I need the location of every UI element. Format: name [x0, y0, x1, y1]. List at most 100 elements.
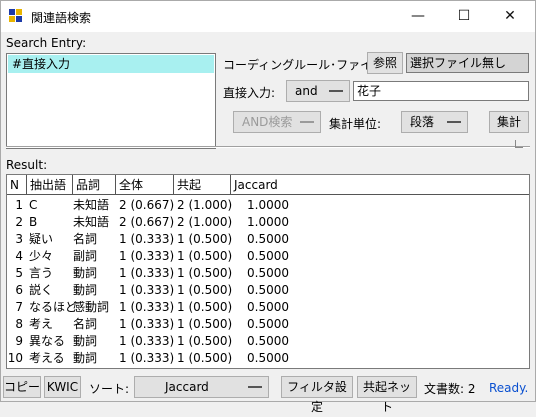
row-number: 9 [15, 334, 23, 348]
row-jaccard: 0.5000 [247, 283, 289, 297]
row-cooccurrence: 1 (0.500) [177, 232, 233, 246]
row-number: 7 [15, 300, 23, 314]
row-jaccard: 0.5000 [247, 266, 289, 280]
app-icon [9, 9, 23, 23]
row-cooccurrence: 2 (1.000) [177, 198, 233, 212]
search-entry-label: Search Entry: [6, 36, 87, 50]
close-button[interactable]: ✕ [487, 1, 533, 32]
column-header-word[interactable]: 抽出語 [27, 175, 73, 195]
table-header: N 抽出語 品詞 全体 共起 Jaccard [7, 175, 529, 195]
row-jaccard: 0.5000 [247, 317, 289, 331]
table-row[interactable]: 9 異なる 動詞 1 (0.333) 1 (0.500) 0.5000 [7, 333, 529, 350]
copy-button[interactable]: コピー [3, 376, 41, 398]
unit-value: 段落 [410, 115, 435, 129]
related-words-window: 関連語検索 — ☐ ✕ Search Entry: #直接入力 コーディングルー… [0, 0, 536, 414]
row-word: 考え [29, 317, 54, 331]
row-total: 2 (0.667) [119, 215, 175, 229]
search-entry-list[interactable]: #直接入力 [6, 53, 216, 149]
dropdown-icon [329, 90, 343, 92]
row-jaccard: 0.5000 [247, 300, 289, 314]
row-word: 説く [29, 283, 54, 297]
row-jaccard: 1.0000 [247, 215, 289, 229]
column-header-total[interactable]: 全体 [116, 175, 174, 195]
maximize-button[interactable]: ☐ [441, 1, 487, 32]
row-total: 1 (0.333) [119, 232, 175, 246]
pane-separator [6, 146, 530, 148]
row-pos: 動詞 [73, 334, 98, 348]
row-cooccurrence: 1 (0.500) [177, 351, 233, 365]
row-total: 1 (0.333) [119, 249, 175, 263]
table-row[interactable]: 6 説く 動詞 1 (0.333) 1 (0.500) 0.5000 [7, 282, 529, 299]
row-pos: 名詞 [73, 232, 98, 246]
minimize-button[interactable]: — [395, 1, 441, 32]
row-jaccard: 0.5000 [247, 334, 289, 348]
search-entry-item[interactable]: #直接入力 [8, 55, 214, 73]
row-cooccurrence: 1 (0.500) [177, 334, 233, 348]
filter-settings-button[interactable]: フィルタ設定 [281, 376, 353, 414]
table-row[interactable]: 8 考え 名詞 1 (0.333) 1 (0.500) 0.5000 [7, 316, 529, 333]
unit-label: 集計単位: [329, 117, 382, 131]
column-header-cooccurrence[interactable]: 共起 [174, 175, 231, 195]
row-cooccurrence: 1 (0.500) [177, 300, 233, 314]
row-total: 1 (0.333) [119, 266, 175, 280]
row-word: 考える [29, 351, 65, 365]
and-search-select[interactable]: AND検索 [233, 111, 321, 133]
column-header-jaccard[interactable]: Jaccard [231, 175, 529, 195]
row-jaccard: 1.0000 [247, 198, 289, 212]
column-header-n[interactable]: N [7, 175, 27, 195]
window-title: 関連語検索 [31, 11, 92, 25]
row-total: 1 (0.333) [119, 300, 175, 314]
unit-select[interactable]: 段落 [401, 111, 468, 133]
row-pos: 未知語 [73, 198, 110, 212]
table-row[interactable]: 1 C 未知語 2 (0.667) 2 (1.000) 1.0000 [7, 197, 529, 214]
row-cooccurrence: 1 (0.500) [177, 249, 233, 263]
row-cooccurrence: 1 (0.500) [177, 266, 233, 280]
direct-input-label: 直接入力: [223, 86, 276, 100]
sort-label: ソート: [89, 382, 130, 396]
table-row[interactable]: 5 言う 動詞 1 (0.333) 1 (0.500) 0.5000 [7, 265, 529, 282]
row-pos: 動詞 [73, 266, 98, 280]
title-bar: 関連語検索 — ☐ ✕ [1, 1, 535, 32]
result-table[interactable]: N 抽出語 品詞 全体 共起 Jaccard 1 C 未知語 2 (0.667) 2 (… [6, 174, 530, 369]
row-total: 1 (0.333) [119, 283, 175, 297]
sort-select[interactable]: Jaccard [134, 376, 269, 398]
row-pos: 感動詞 [73, 300, 110, 314]
row-jaccard: 0.5000 [247, 232, 289, 246]
row-jaccard: 0.5000 [247, 249, 289, 263]
row-word: 異なる [29, 334, 66, 348]
table-row[interactable]: 2 B 未知語 2 (0.667) 2 (1.000) 1.0000 [7, 214, 529, 231]
row-number: 4 [15, 249, 23, 263]
table-row[interactable]: 7 なるほど 感動詞 1 (0.333) 1 (0.500) 0.5000 [7, 299, 529, 316]
row-pos: 動詞 [73, 283, 98, 297]
kwic-button[interactable]: KWIC [44, 376, 81, 398]
row-jaccard: 0.5000 [247, 351, 289, 365]
row-number: 3 [15, 232, 23, 246]
sort-value: Jaccard [165, 380, 209, 394]
sash-handle-icon[interactable] [515, 140, 523, 148]
row-pos: 未知語 [73, 215, 110, 229]
row-number: 8 [15, 317, 23, 331]
dropdown-icon [447, 121, 461, 123]
row-number: 5 [15, 266, 23, 280]
table-row[interactable]: 10 考える 動詞 1 (0.333) 1 (0.500) 0.5000 [7, 350, 529, 367]
row-word: 言う [29, 266, 54, 280]
row-pos: 動詞 [73, 351, 98, 365]
row-cooccurrence: 1 (0.500) [177, 283, 233, 297]
row-total: 1 (0.333) [119, 334, 175, 348]
table-row[interactable]: 3 疑い 名詞 1 (0.333) 1 (0.500) 0.5000 [7, 231, 529, 248]
table-row[interactable]: 4 少々 副詞 1 (0.333) 1 (0.500) 0.5000 [7, 248, 529, 265]
cooccurrence-network-button[interactable]: 共起ネット [357, 376, 417, 414]
row-pos: 名詞 [73, 317, 98, 331]
operator-select[interactable]: and [286, 80, 350, 102]
and-search-value: AND検索 [242, 115, 293, 129]
row-number: 6 [15, 283, 23, 297]
direct-input-field[interactable]: 花子 [353, 81, 529, 101]
aggregate-button[interactable]: 集計 [489, 111, 529, 133]
row-number: 1 [15, 198, 23, 212]
browse-button[interactable]: 参照 [367, 52, 403, 74]
row-cooccurrence: 1 (0.500) [177, 317, 233, 331]
row-word: 少々 [29, 249, 54, 263]
operator-value: and [295, 84, 318, 98]
result-label: Result: [6, 158, 48, 172]
column-header-pos[interactable]: 品詞 [73, 175, 116, 195]
